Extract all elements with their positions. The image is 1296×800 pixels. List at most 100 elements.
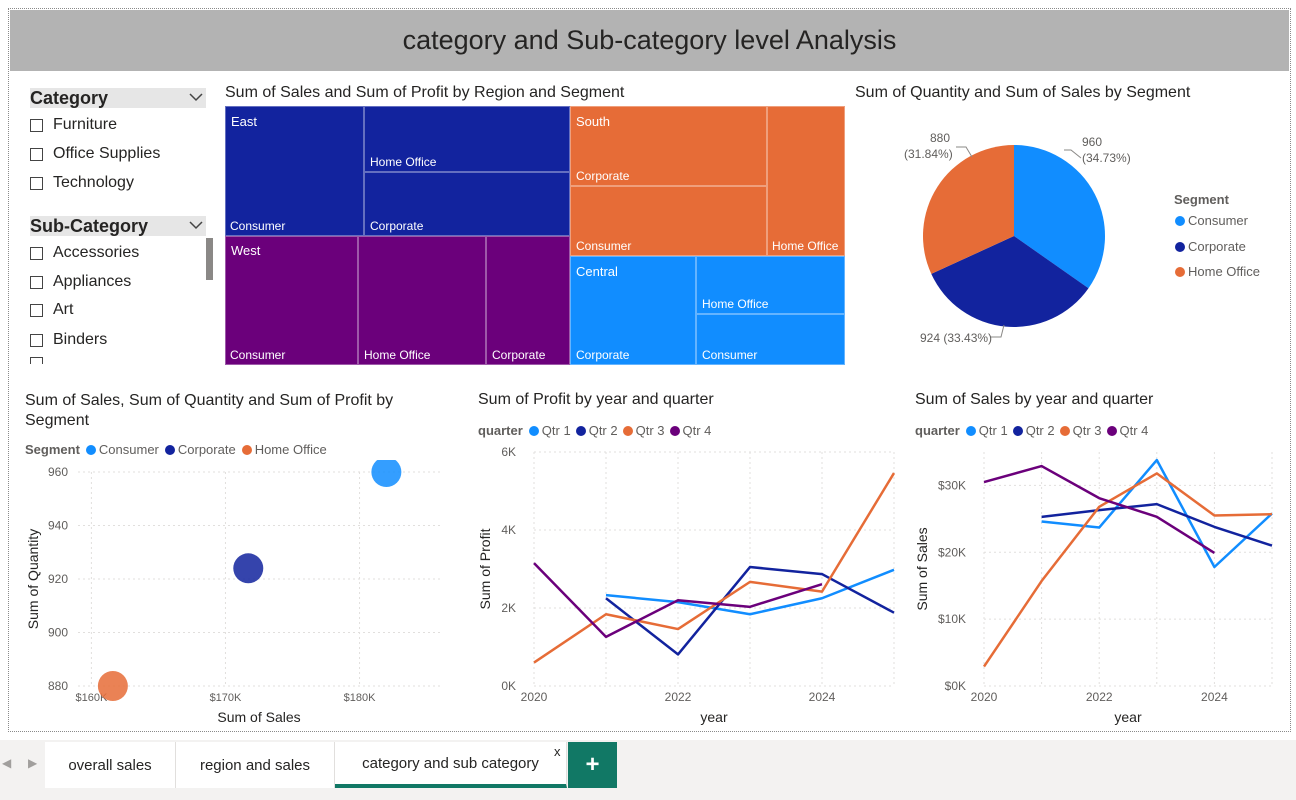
treemap-region-label: East: [231, 114, 258, 129]
profit-legend-qtr4[interactable]: Qtr 4: [683, 423, 712, 438]
line-series-qtr-3[interactable]: [533, 472, 896, 664]
pie-label-consumer-value: 960: [1082, 135, 1102, 149]
y-tick-label: 960: [48, 465, 68, 479]
profit-legend-qtr2[interactable]: Qtr 2: [589, 423, 618, 438]
x-tick-label: 2022: [1086, 690, 1113, 704]
y-tick-label: 940: [48, 519, 68, 533]
slicer-scrollbar[interactable]: [206, 238, 213, 280]
treemap-segment-label: Corporate: [492, 348, 546, 362]
profit-legend-qtr1[interactable]: Qtr 1: [542, 423, 571, 438]
treemap-cell-west-consumer[interactable]: West Consumer: [225, 236, 358, 365]
leader-line: [1064, 149, 1082, 159]
treemap-cell-west-corporate[interactable]: Corporate: [486, 236, 570, 365]
sales-legend: quarter Qtr 1 Qtr 2 Qtr 3 Qtr 4: [915, 423, 1148, 438]
scatter-legend: Segment Consumer Corporate Home Office: [25, 442, 327, 457]
treemap-segment-label: Corporate: [370, 219, 424, 233]
scatter-point-corporate[interactable]: [233, 553, 264, 584]
scatter-title: Sum of Sales, Sum of Quantity and Sum of…: [25, 392, 394, 429]
pie-chart-title: Sum of Quantity and Sum of Sales by Segm…: [855, 84, 1191, 101]
legend-dot: [1175, 215, 1185, 226]
scatter-point-consumer[interactable]: [371, 460, 402, 487]
treemap-region-label: Central: [576, 264, 618, 279]
pie-label-home-office-pct: (31.84%): [904, 147, 953, 161]
checkbox[interactable]: [30, 147, 43, 161]
x-axis-title: year: [700, 709, 728, 725]
pie-label-home-office-value: 880: [930, 131, 950, 145]
treemap-cell-south-home-office[interactable]: Home Office: [767, 106, 845, 256]
checkbox[interactable]: [30, 303, 43, 317]
x-tick-label: $170K: [210, 692, 242, 704]
checkbox[interactable]: [30, 118, 43, 132]
treemap-cell-east-home-office[interactable]: Home Office: [364, 106, 570, 172]
y-tick-label: 0K: [501, 679, 516, 693]
scatter-legend-title: Segment: [25, 442, 80, 457]
treemap-segment-label: Corporate: [576, 169, 630, 183]
checkbox[interactable]: [30, 176, 43, 190]
legend-dot: [669, 425, 680, 436]
pie-legend-home-office[interactable]: Home Office: [1175, 264, 1260, 279]
chevron-down-icon[interactable]: [188, 218, 204, 232]
scatter-legend-home-office[interactable]: Home Office: [255, 442, 327, 457]
treemap-segment-label: Home Office: [370, 155, 437, 169]
treemap-cell-south-consumer[interactable]: Consumer: [570, 186, 767, 256]
checkbox[interactable]: [30, 275, 43, 289]
profit-legend-qtr3[interactable]: Qtr 3: [636, 423, 665, 438]
tab-overall-sales[interactable]: overall sales: [45, 742, 176, 788]
tab-category-and-sub-category[interactable]: category and sub category: [335, 742, 567, 788]
subcategory-slicer-header[interactable]: Sub-Category: [30, 216, 206, 236]
legend-dot: [164, 444, 175, 455]
sales-legend-qtr1[interactable]: Qtr 1: [979, 423, 1008, 438]
line-series-qtr-4[interactable]: [533, 562, 823, 639]
treemap-cell-central-home-office[interactable]: Home Office: [696, 256, 845, 314]
legend-dot: [85, 444, 96, 455]
treemap-cell-south-corporate[interactable]: South Corporate: [570, 106, 767, 186]
chevron-down-icon[interactable]: [188, 90, 204, 104]
subcategory-option[interactable]: Appliances: [30, 271, 131, 293]
sales-chart-title: Sum of Sales by year and quarter: [915, 391, 1154, 408]
tab-scroll-left-icon[interactable]: ◀: [2, 756, 11, 770]
x-tick-label: 2022: [665, 690, 692, 704]
y-tick-label: $0K: [945, 679, 966, 693]
y-tick-label: 900: [48, 626, 68, 640]
tab-region-and-sales[interactable]: region and sales: [176, 742, 335, 788]
profit-legend-title: quarter: [478, 423, 523, 438]
legend-dot: [528, 425, 539, 436]
y-tick-label: 880: [48, 679, 68, 693]
line-series-qtr-3[interactable]: [982, 472, 1273, 668]
sales-legend-qtr3[interactable]: Qtr 3: [1073, 423, 1102, 438]
subcategory-option[interactable]: Accessories: [30, 242, 139, 264]
sales-legend-qtr4[interactable]: Qtr 4: [1120, 423, 1149, 438]
treemap-cell-central-corporate[interactable]: Central Corporate: [570, 256, 696, 365]
line-series-qtr-2[interactable]: [605, 565, 895, 656]
checkbox[interactable]: [30, 333, 43, 347]
treemap-cell-east-consumer[interactable]: East Consumer: [225, 106, 364, 236]
treemap-segment-label: Corporate: [576, 348, 630, 362]
tab-label: category and sub category: [362, 754, 539, 772]
scatter-legend-corporate[interactable]: Corporate: [178, 442, 236, 457]
category-option[interactable]: Technology: [30, 172, 134, 194]
y-tick-label: 920: [48, 572, 68, 586]
pie-legend-consumer[interactable]: Consumer: [1175, 213, 1248, 228]
x-tick-label: 2024: [1201, 690, 1228, 704]
x-tick-label: 2020: [971, 690, 998, 704]
pie-legend-corporate[interactable]: Corporate: [1175, 239, 1246, 254]
category-slicer-header[interactable]: Category: [30, 88, 206, 108]
checkbox[interactable]: [30, 246, 43, 260]
close-tab-icon[interactable]: x: [554, 744, 561, 759]
treemap-cell-central-consumer[interactable]: Consumer: [696, 314, 845, 365]
tab-scroll-right-icon[interactable]: ▶: [28, 756, 37, 770]
treemap-cell-east-corporate[interactable]: Corporate: [364, 172, 570, 236]
scatter-point-home-office[interactable]: [97, 671, 128, 701]
scatter-legend-consumer[interactable]: Consumer: [99, 442, 159, 457]
treemap-cell-west-home-office[interactable]: Home Office: [358, 236, 486, 365]
subcategory-option[interactable]: Binders: [30, 329, 107, 351]
profit-chart-title: Sum of Profit by year and quarter: [478, 391, 714, 408]
sales-legend-qtr2[interactable]: Qtr 2: [1026, 423, 1055, 438]
y-tick-label: $20K: [938, 545, 966, 559]
legend-dot: [965, 425, 976, 436]
subcategory-option[interactable]: Art: [30, 299, 73, 321]
category-option[interactable]: Furniture: [30, 114, 117, 136]
category-option[interactable]: Office Supplies: [30, 143, 160, 165]
add-page-button[interactable]: +: [568, 742, 617, 788]
x-tick-label: 2020: [521, 690, 548, 704]
